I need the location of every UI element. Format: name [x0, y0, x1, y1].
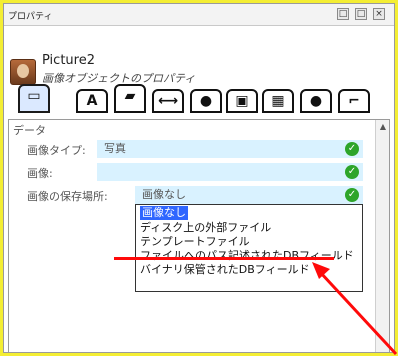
maximize-button[interactable]: □: [355, 8, 367, 20]
image-field[interactable]: [97, 163, 363, 181]
storage-location-select[interactable]: 画像なし: [135, 186, 363, 204]
dropdown-option-external-file[interactable]: ディスク上の外部ファイル: [140, 221, 271, 235]
dropdown-option-db-path-field[interactable]: ファイルへのパス記述されたDBフィールド: [140, 249, 354, 263]
minimize-button[interactable]: □: [337, 8, 349, 20]
storage-location-ok-icon[interactable]: ✓: [345, 188, 359, 202]
annotation-red-line: [114, 257, 334, 260]
comment-tab-icon: ●: [309, 93, 323, 109]
dropdown-option-db-binary-field[interactable]: バイナリ保管されたDBフィールド: [140, 263, 310, 277]
image-type-ok-icon[interactable]: ✓: [345, 142, 359, 156]
image-ok-icon[interactable]: ✓: [345, 165, 359, 179]
dropdown-option-none[interactable]: 画像なし: [140, 206, 188, 220]
ruler-tab-icon: ⟷: [157, 93, 179, 109]
layers-tab-icon: ▣: [235, 93, 249, 109]
panel-scrollbar[interactable]: ▲: [375, 120, 389, 352]
property-tabs: ▭ A ▰ ⟷ ● ▣ ▦ ● ⌐: [4, 81, 394, 117]
object-header: Picture2 画像オブジェクトのプロパティ: [4, 27, 394, 85]
image-label: 画像:: [27, 167, 53, 180]
tab-layers[interactable]: ▣: [226, 89, 258, 113]
tab-view[interactable]: ●: [190, 89, 222, 113]
storage-location-label: 画像の保存場所:: [27, 190, 108, 203]
close-button[interactable]: ×: [373, 8, 385, 20]
tab-script[interactable]: ⌐: [338, 89, 370, 113]
tab-font[interactable]: A: [76, 89, 108, 113]
tab-comment[interactable]: ●: [300, 89, 332, 113]
properties-window: プロパティ □ □ × Picture2 画像オブジェクトのプロパティ ▭ A …: [3, 3, 398, 356]
scroll-up-arrow-icon[interactable]: ▲: [378, 122, 388, 132]
object-name: Picture2: [42, 53, 95, 68]
image-type-label: 画像タイプ:: [27, 144, 86, 157]
properties-panel: データ 画像タイプ: 写真 ✓ 画像: ✓ 画像の保存場所: 画像なし ✓ 画像…: [8, 119, 390, 353]
storage-location-dropdown[interactable]: 画像なし ディスク上の外部ファイル テンプレートファイル ファイルへのパス記述さ…: [135, 204, 363, 292]
script-tab-icon: ⌐: [348, 93, 360, 109]
image-tab-icon: ▭: [27, 88, 41, 104]
tab-picture[interactable]: ▰: [114, 84, 146, 113]
picture-tab-icon: ▰: [124, 88, 136, 104]
tab-grid[interactable]: ▦: [262, 89, 294, 113]
dropdown-option-template-file[interactable]: テンプレートファイル: [140, 235, 250, 249]
image-type-field[interactable]: 写真: [97, 140, 363, 158]
tab-ruler[interactable]: ⟷: [152, 89, 184, 113]
section-data-label: データ: [13, 124, 46, 137]
window-titlebar[interactable]: プロパティ □ □ ×: [4, 4, 394, 26]
font-tab-icon: A: [86, 93, 98, 109]
grid-tab-icon: ▦: [271, 93, 285, 109]
tab-image-properties[interactable]: ▭: [18, 84, 50, 113]
window-title: プロパティ: [8, 12, 53, 22]
eye-tab-icon: ●: [199, 93, 213, 109]
